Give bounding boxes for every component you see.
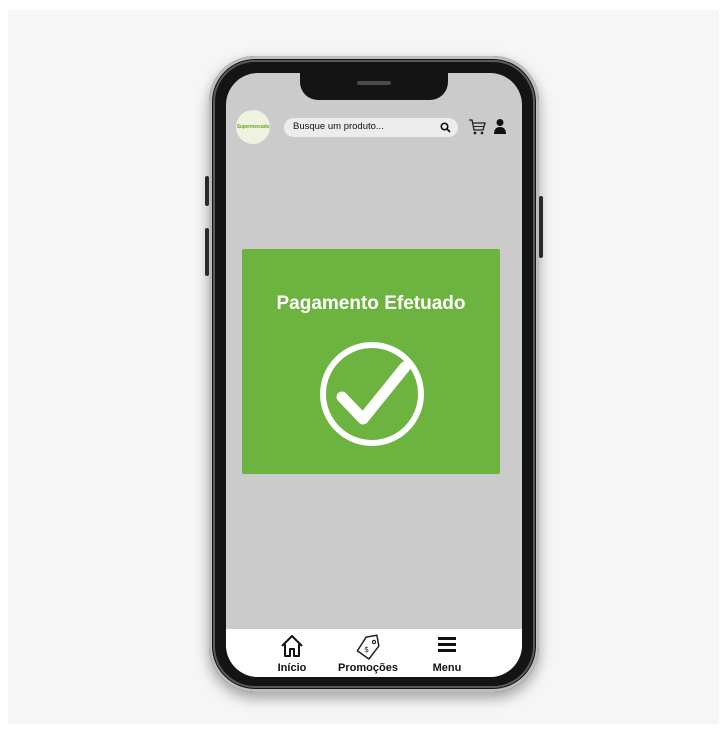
nav-label-inicio: Início: [277, 662, 307, 674]
phone-side-button: [539, 196, 543, 258]
nav-label-promocoes: Promoções: [338, 662, 398, 674]
nav-label-menu: Menu: [432, 662, 462, 674]
user-icon[interactable]: [494, 118, 506, 135]
menu-icon: [438, 637, 456, 652]
phone-speaker: [357, 81, 391, 85]
svg-text:$: $: [364, 645, 369, 654]
check-circle-icon: [320, 342, 424, 446]
home-icon: [281, 635, 303, 657]
payment-confirmation-title: Pagamento Efetuado: [276, 293, 466, 314]
search-bar[interactable]: Busque um produto...: [284, 118, 458, 137]
phone-side-button: [205, 176, 209, 206]
phone-screen: Supermercado Busque um produto... Pagame…: [226, 73, 522, 677]
tag-icon: $: [356, 634, 380, 660]
phone-side-button: [205, 228, 209, 276]
phone-notch: [300, 70, 448, 100]
search-icon[interactable]: [440, 122, 451, 133]
cart-icon[interactable]: [468, 118, 486, 135]
payment-confirmation-card: Pagamento Efetuado: [242, 249, 500, 474]
search-input[interactable]: Busque um produto...: [293, 121, 384, 132]
app-header: Supermercado Busque um produto...: [226, 109, 522, 145]
bottom-navigation: Início $ Promoções Menu: [226, 629, 522, 677]
nav-item-promocoes[interactable]: $ Promoções: [328, 629, 408, 677]
nav-item-menu[interactable]: Menu: [424, 629, 470, 677]
logo-text: Supermercado: [236, 124, 270, 130]
nav-item-inicio[interactable]: Início: [270, 629, 314, 677]
store-logo[interactable]: Supermercado: [236, 110, 270, 144]
